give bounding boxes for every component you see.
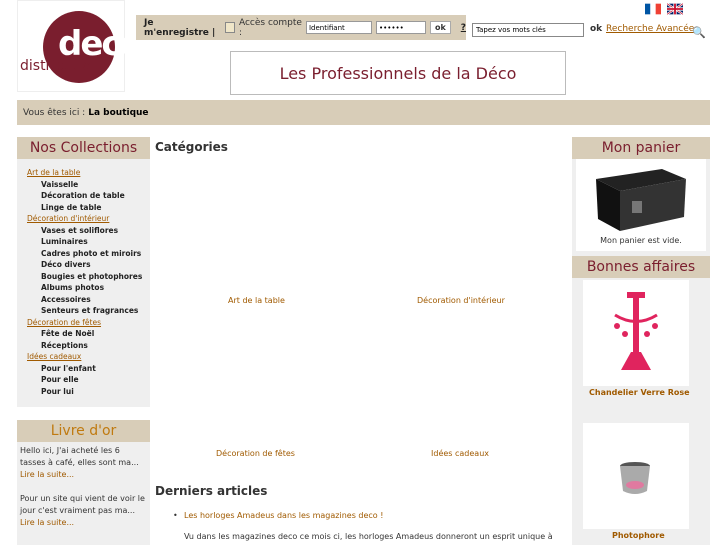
collection-subcategory-link[interactable]: Linge de table	[27, 202, 150, 214]
deal-link[interactable]: Chandelier Verre Rose	[589, 388, 690, 397]
username-field[interactable]	[305, 21, 372, 34]
right-panel: Mon panier Mon panier est vide. Bonnes a…	[572, 137, 710, 545]
cart-box-icon	[596, 169, 686, 231]
guestbook-read-more[interactable]: Lire la suite...	[20, 518, 74, 527]
banner: Les Professionnels de la Déco	[230, 51, 566, 95]
guestbook-entry: Hello ici, J'ai acheté les 6 tasses à ca…	[20, 446, 139, 467]
lock-icon	[224, 22, 235, 33]
collection-subcategory-link[interactable]: Pour elle	[27, 374, 150, 386]
categories-title: Catégories	[155, 140, 228, 154]
article-text: Vu dans les magazines deco ce mois ci, l…	[184, 532, 553, 541]
magnifier-icon[interactable]: 🔍	[692, 26, 706, 39]
search-ok-button[interactable]: ok	[590, 24, 602, 34]
collection-subcategory-link[interactable]: Décoration de table	[27, 190, 150, 202]
category-link[interactable]: Décoration de fêtes	[216, 449, 295, 458]
collection-subcategory-link[interactable]: Pour lui	[27, 386, 150, 398]
collection-category-link[interactable]: Art de la table	[27, 167, 150, 179]
collections-panel: Nos Collections Art de la table Vaisselle…	[17, 137, 150, 407]
guestbook-title: Livre d'or	[17, 420, 150, 442]
search-input[interactable]	[472, 23, 584, 37]
access-label: Accès compte :	[238, 17, 302, 38]
article-link[interactable]: Les horloges Amadeus dans les magazines …	[184, 511, 383, 520]
cart-empty-text: Mon panier est vide.	[600, 236, 682, 245]
collection-subcategory-link[interactable]: Fête de Noël	[27, 328, 150, 340]
guestbook-panel: Livre d'or Hello ici, J'ai acheté les 6 …	[17, 420, 150, 545]
collection-subcategory-link[interactable]: Accessoires	[27, 294, 150, 306]
advanced-search-link[interactable]: Recherche Avancée	[606, 24, 694, 34]
password-field[interactable]	[375, 21, 426, 34]
cart-box: Mon panier est vide.	[576, 159, 706, 251]
logo[interactable]: deco distributio	[17, 0, 143, 92]
articles-title: Derniers articles	[155, 484, 268, 498]
deal-link[interactable]: Photophore	[612, 531, 665, 540]
collection-subcategory-link[interactable]: Pour l'enfant	[27, 363, 150, 375]
collection-subcategory-link[interactable]: Cadres photo et miroirs	[27, 248, 150, 260]
collection-subcategory-link[interactable]: Luminaires	[27, 236, 150, 248]
guestbook-entry: Pour un site qui vient de voir le jour c…	[20, 494, 145, 515]
banner-text: Les Professionnels de la Déco	[279, 63, 517, 83]
breadcrumb-prefix: Vous êtes ici :	[23, 107, 86, 118]
category-link[interactable]: Idées cadeaux	[431, 449, 489, 458]
collection-subcategory-link[interactable]: Senteurs et fragrances	[27, 305, 150, 317]
candlestick-icon	[614, 292, 658, 370]
collections-title: Nos Collections	[17, 137, 150, 159]
help-link[interactable]: ?	[461, 23, 466, 33]
collection-subcategory-link[interactable]: Bougies et photophores	[27, 271, 150, 283]
breadcrumb-link[interactable]: La boutique	[88, 108, 148, 118]
collection-category-link[interactable]: Décoration d'intérieur	[27, 213, 150, 225]
collections-menu: Art de la table Vaisselle Décoration de ta…	[17, 159, 150, 397]
photophore-icon	[620, 462, 650, 494]
french-flag-icon[interactable]	[645, 3, 661, 15]
collection-subcategory-link[interactable]: Vaisselle	[27, 179, 150, 191]
collection-subcategory-link[interactable]: Réceptions	[27, 340, 150, 352]
cart-title: Mon panier	[572, 137, 710, 159]
register-link[interactable]: Je m'enregistre |	[144, 18, 221, 38]
logo-brand-bottom: distributio	[20, 58, 91, 74]
collection-category-link[interactable]: Idées cadeaux	[27, 351, 150, 363]
category-link[interactable]: Art de la table	[228, 296, 285, 305]
login-ok-button[interactable]: ok	[429, 21, 451, 34]
collection-category-link[interactable]: Décoration de fêtes	[27, 317, 150, 329]
collection-subcategory-link[interactable]: Déco divers	[27, 259, 150, 271]
logo-brand-top: deco	[58, 24, 143, 64]
english-flag-icon[interactable]	[667, 3, 683, 15]
main-content: Catégories Art de la table Décoration d'…	[155, 137, 565, 545]
deal-image[interactable]	[583, 280, 689, 386]
account-bar: Je m'enregistre | Accès compte : ok ?	[136, 15, 466, 40]
deal-image[interactable]	[583, 423, 689, 529]
bullet: •	[173, 511, 178, 520]
collection-subcategory-link[interactable]: Vases et soliflores	[27, 225, 150, 237]
guestbook-read-more[interactable]: Lire la suite...	[20, 470, 74, 479]
deals-title: Bonnes affaires	[572, 256, 710, 278]
category-link[interactable]: Décoration d'intérieur	[417, 296, 505, 305]
breadcrumb: Vous êtes ici : La boutique	[17, 100, 710, 125]
collection-subcategory-link[interactable]: Albums photos	[27, 282, 150, 294]
